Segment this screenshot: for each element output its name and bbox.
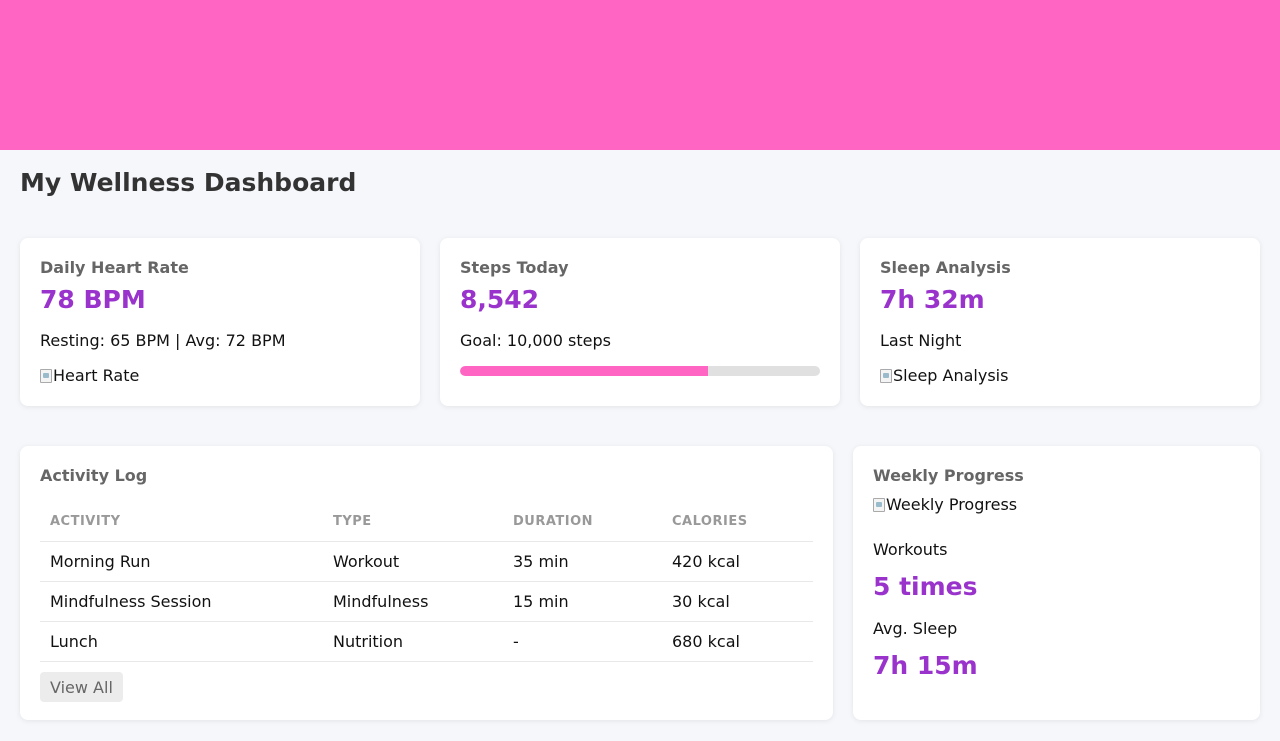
duration-cell: 35 min — [503, 541, 662, 582]
table-header-row: ACTIVITY TYPE DURATION CALORIES — [40, 503, 813, 542]
activity-table: ACTIVITY TYPE DURATION CALORIES Morning … — [40, 503, 813, 662]
sleep-card: Sleep Analysis 7h 32m Last Night Sleep A… — [860, 238, 1260, 406]
duration-cell: 15 min — [503, 581, 662, 622]
broken-image-icon — [880, 368, 892, 383]
activity-log-title: Activity Log — [40, 466, 148, 485]
sleep-image: Sleep Analysis — [880, 366, 1008, 385]
column-header-calories: CALORIES — [662, 503, 813, 542]
view-all-button[interactable]: View All — [40, 672, 123, 702]
broken-image-icon — [873, 497, 885, 512]
steps-title: Steps Today — [460, 258, 569, 277]
weekly-progress-image-alt: Weekly Progress — [886, 495, 1018, 514]
heart-rate-value: 78 BPM — [40, 285, 146, 314]
steps-card: Steps Today 8,542 Goal: 10,000 steps — [440, 238, 840, 406]
activity-log-card: Activity Log ACTIVITY TYPE DURATION CALO… — [20, 446, 833, 720]
heart-rate-card: Daily Heart Rate 78 BPM Resting: 65 BPM … — [20, 238, 420, 406]
column-header-type: TYPE — [323, 503, 503, 542]
sleep-detail: Last Night — [880, 331, 962, 350]
type-cell: Workout — [323, 541, 503, 582]
workouts-label: Workouts — [873, 540, 948, 559]
activity-cell: Morning Run — [40, 541, 323, 582]
activity-cell: Mindfulness Session — [40, 581, 323, 622]
calories-cell: 680 kcal — [662, 621, 813, 662]
heart-rate-detail: Resting: 65 BPM | Avg: 72 BPM — [40, 331, 286, 350]
sleep-image-alt: Sleep Analysis — [893, 366, 1009, 385]
header-banner — [0, 0, 1280, 150]
heart-rate-title: Daily Heart Rate — [40, 258, 189, 277]
weekly-progress-title: Weekly Progress — [873, 466, 1024, 485]
column-header-duration: DURATION — [503, 503, 662, 542]
weekly-progress-card: Weekly Progress Weekly Progress Workouts… — [853, 446, 1260, 720]
steps-progress-bar — [460, 366, 820, 376]
type-cell: Nutrition — [323, 621, 503, 662]
steps-goal: Goal: 10,000 steps — [460, 331, 611, 350]
steps-progress-fill — [460, 366, 709, 376]
sleep-title: Sleep Analysis — [880, 258, 1011, 277]
workouts-value: 5 times — [873, 572, 978, 601]
duration-cell: - — [503, 621, 662, 662]
page-title: My Wellness Dashboard — [20, 168, 357, 197]
table-row: Lunch Nutrition - 680 kcal — [40, 621, 813, 662]
broken-image-icon — [40, 368, 52, 383]
avg-sleep-value: 7h 15m — [873, 651, 978, 680]
avg-sleep-label: Avg. Sleep — [873, 619, 958, 638]
table-row: Morning Run Workout 35 min 420 kcal — [40, 541, 813, 582]
steps-value: 8,542 — [460, 285, 540, 314]
column-header-activity: ACTIVITY — [40, 503, 323, 542]
sleep-value: 7h 32m — [880, 285, 985, 314]
table-row: Mindfulness Session Mindfulness 15 min 3… — [40, 581, 813, 622]
heart-rate-image: Heart Rate — [40, 366, 139, 385]
calories-cell: 30 kcal — [662, 581, 813, 622]
type-cell: Mindfulness — [323, 581, 503, 622]
weekly-progress-image: Weekly Progress — [873, 495, 1017, 514]
activity-cell: Lunch — [40, 621, 323, 662]
heart-rate-image-alt: Heart Rate — [53, 366, 140, 385]
calories-cell: 420 kcal — [662, 541, 813, 582]
